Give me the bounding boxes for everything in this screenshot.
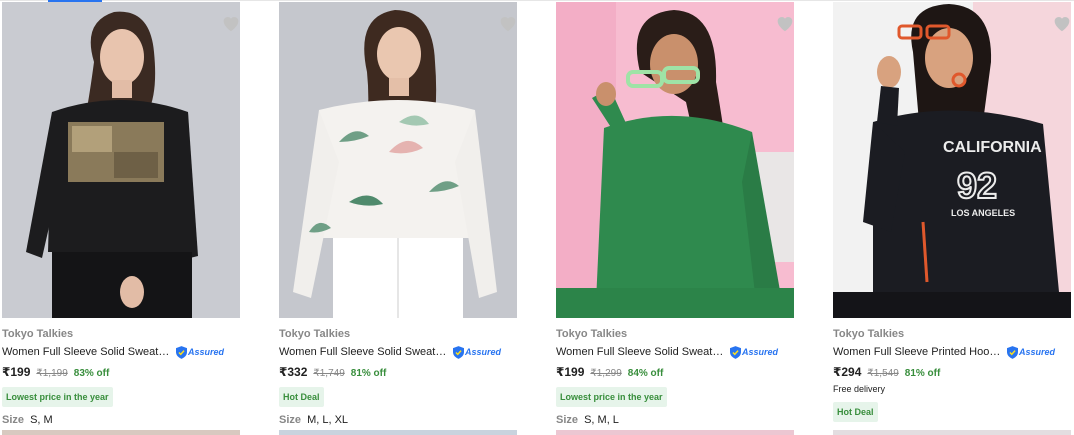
deal-tag: Lowest price in the year	[556, 387, 667, 407]
next-row-image-peek	[279, 430, 517, 435]
deal-tag: Hot Deal	[279, 387, 324, 407]
product-image[interactable]	[556, 2, 794, 318]
price-row: ₹199 ₹1,199 83% off	[2, 365, 109, 379]
product-card[interactable]: Tokyo Talkies Women Full Sleeve Solid Sw…	[554, 2, 816, 435]
discount-percent: 81% off	[350, 368, 387, 379]
product-photo-black-sequin-sweatshirt	[2, 2, 240, 318]
size-values: S, M	[30, 414, 53, 426]
original-price: ₹1,299	[590, 368, 622, 379]
heart-icon	[1054, 17, 1070, 32]
product-title[interactable]: Women Full Sleeve Printed Hooded Sweatsh…	[833, 346, 1005, 358]
discount-percent: 81% off	[904, 368, 941, 379]
product-photo-green-sweatshirt	[556, 2, 794, 318]
next-row-image-peek	[556, 430, 794, 435]
price-row: ₹332 ₹1,749 81% off	[279, 365, 386, 379]
product-brand: Tokyo Talkies	[556, 328, 628, 340]
assured-label: Assured	[188, 347, 225, 357]
next-row-image-peek	[2, 430, 240, 435]
selling-price: ₹199	[556, 365, 585, 379]
assured-badge: Assured	[176, 345, 225, 359]
product-brand: Tokyo Talkies	[2, 328, 74, 340]
next-row-image-peek	[833, 430, 1071, 435]
product-photo-black-printed-hoodie: CALIFORNIA 92 LOS ANGELES	[833, 2, 1071, 318]
heart-icon	[223, 17, 239, 32]
deal-tag: Hot Deal	[833, 402, 878, 422]
product-image[interactable]	[2, 2, 240, 318]
shield-check-icon	[1007, 345, 1018, 359]
shield-check-icon	[176, 345, 187, 359]
shield-check-icon	[730, 345, 741, 359]
size-row: Size M, L, XL	[279, 414, 348, 426]
size-label: Size	[556, 414, 579, 426]
deal-tag: Lowest price in the year	[2, 387, 113, 407]
selling-price: ₹199	[2, 365, 31, 379]
wishlist-button[interactable]	[1051, 12, 1073, 34]
selling-price: ₹294	[833, 365, 862, 379]
product-title-row: Women Full Sleeve Solid Sweatshirt Assur…	[556, 344, 778, 360]
price-row: ₹294 ₹1,549 81% off	[833, 365, 940, 379]
product-image[interactable]	[279, 2, 517, 318]
product-title[interactable]: Women Full Sleeve Solid Sweatshirt	[556, 346, 728, 358]
wishlist-button[interactable]	[220, 12, 242, 34]
delivery-info: Free delivery	[833, 384, 886, 394]
size-label: Size	[2, 414, 25, 426]
product-brand: Tokyo Talkies	[279, 328, 351, 340]
wishlist-button[interactable]	[497, 12, 519, 34]
size-values: M, L, XL	[307, 414, 349, 426]
discount-percent: 83% off	[73, 368, 110, 379]
assured-label: Assured	[1019, 347, 1056, 357]
size-values: S, M, L	[584, 414, 619, 426]
assured-label: Assured	[742, 347, 779, 357]
product-title[interactable]: Women Full Sleeve Solid Sweatshirt	[2, 346, 174, 358]
heart-icon	[777, 17, 793, 32]
original-price: ₹1,549	[867, 368, 899, 379]
assured-badge: Assured	[1007, 345, 1056, 359]
svg-text:LOS ANGELES: LOS ANGELES	[951, 208, 1015, 218]
product-photo-leaf-print-sweatshirt	[279, 2, 517, 318]
svg-text:CALIFORNIA: CALIFORNIA	[943, 139, 1042, 156]
discount-percent: 84% off	[627, 368, 664, 379]
size-label: Size	[279, 414, 302, 426]
assured-badge: Assured	[730, 345, 779, 359]
selling-price: ₹332	[279, 365, 308, 379]
heart-icon	[500, 17, 516, 32]
product-card[interactable]: Tokyo Talkies Women Full Sleeve Solid Sw…	[277, 2, 539, 435]
product-title[interactable]: Women Full Sleeve Solid Sweatshirt	[279, 346, 451, 358]
wishlist-button[interactable]	[774, 12, 796, 34]
product-title-row: Women Full Sleeve Solid Sweatshirt Assur…	[2, 344, 224, 360]
original-price: ₹1,749	[313, 368, 345, 379]
price-row: ₹199 ₹1,299 84% off	[556, 365, 663, 379]
size-row: Size S, M	[2, 414, 53, 426]
product-card[interactable]: Tokyo Talkies Women Full Sleeve Solid Sw…	[0, 2, 262, 435]
product-title-row: Women Full Sleeve Solid Sweatshirt Assur…	[279, 344, 501, 360]
top-divider	[0, 0, 1074, 1]
product-card[interactable]: CALIFORNIA 92 LOS ANGELES Tokyo Talkies …	[831, 2, 1074, 435]
original-price: ₹1,199	[36, 368, 68, 379]
assured-badge: Assured	[453, 345, 502, 359]
shield-check-icon	[453, 345, 464, 359]
size-row: Size S, M, L	[556, 414, 619, 426]
svg-text:92: 92	[957, 165, 997, 206]
product-grid: Tokyo Talkies Women Full Sleeve Solid Sw…	[0, 2, 1074, 435]
product-title-row: Women Full Sleeve Printed Hooded Sweatsh…	[833, 344, 1055, 360]
assured-label: Assured	[465, 347, 502, 357]
product-image[interactable]: CALIFORNIA 92 LOS ANGELES	[833, 2, 1071, 318]
product-brand: Tokyo Talkies	[833, 328, 905, 340]
